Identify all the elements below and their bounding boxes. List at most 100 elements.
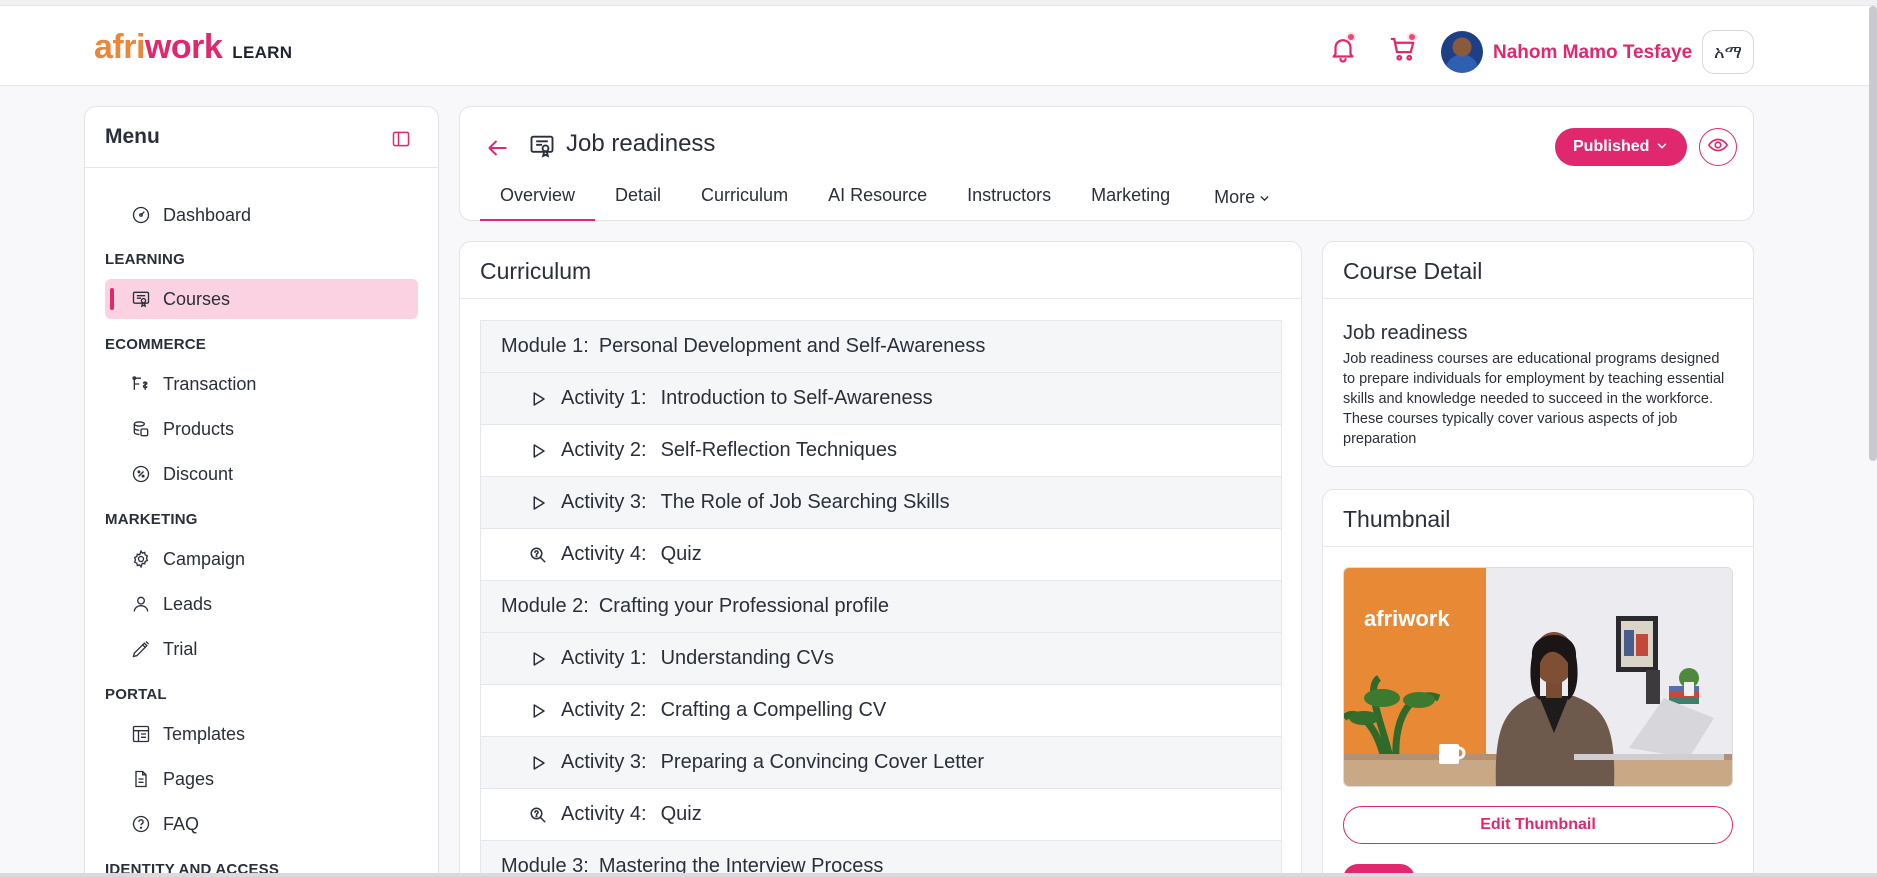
section-portal: PORTAL xyxy=(105,686,167,703)
activity-label: Activity 1: xyxy=(561,647,647,669)
course-header-card: Job readiness Published Overview Detail … xyxy=(459,106,1754,221)
sidebar-item-campaign[interactable]: Campaign xyxy=(105,539,418,579)
thumbnail-title: Thumbnail xyxy=(1343,506,1451,532)
section-ecommerce: ECOMMERCE xyxy=(105,336,206,353)
sidebar-item-label: Courses xyxy=(163,288,231,309)
sidebar-item-discount[interactable]: Discount xyxy=(105,454,418,494)
user-icon xyxy=(131,594,151,614)
activity-name: Preparing a Convincing Cover Letter xyxy=(660,751,985,773)
tab-curriculum[interactable]: Curriculum xyxy=(681,185,808,221)
sidebar-item-trial[interactable]: Trial xyxy=(105,629,418,669)
activity-name: Self-Reflection Techniques xyxy=(660,439,898,461)
sidebar-item-products[interactable]: Products xyxy=(105,409,418,449)
curriculum-activity-row[interactable]: Activity 4: Quiz xyxy=(480,788,1282,840)
sidebar-item-transaction[interactable]: Transaction xyxy=(105,364,418,404)
curriculum-activity-row[interactable]: Activity 3: The Role of Job Searching Ski… xyxy=(480,476,1282,528)
language-switch-button[interactable]: አማ xyxy=(1702,30,1754,74)
play-icon xyxy=(529,650,547,668)
logo-wordmark: afriwork xyxy=(94,28,223,66)
products-icon xyxy=(131,419,151,439)
play-icon xyxy=(529,702,547,720)
help-icon xyxy=(131,814,151,834)
activity-label: Activity 3: xyxy=(561,751,647,773)
activity-name: Introduction to Self-Awareness xyxy=(660,387,933,409)
sidebar-item-label: FAQ xyxy=(163,813,200,834)
course-detail-card: Course Detail Job readiness Job readines… xyxy=(1322,241,1754,467)
activity-name: The Role of Job Searching Skills xyxy=(660,491,950,513)
activity-label: Activity 3: xyxy=(561,491,647,513)
curriculum-module-row[interactable]: Module 1: Personal Development and Self-A… xyxy=(480,320,1282,372)
page-scrollbar[interactable] xyxy=(1869,6,1877,461)
tab-marketing[interactable]: Marketing xyxy=(1071,185,1190,221)
course-detail-title: Course Detail xyxy=(1343,258,1483,284)
course-thumbnail-image: afriwork xyxy=(1343,567,1733,787)
activity-label: Activity 1: xyxy=(561,387,647,409)
notification-bell-icon[interactable] xyxy=(1328,32,1358,64)
curriculum-activity-row[interactable]: Activity 3: Preparing a Convincing Cover … xyxy=(480,736,1282,788)
sidebar-item-label: Discount xyxy=(163,463,234,484)
templates-icon xyxy=(131,724,151,744)
top-header: afriwork LEARN Nahom Mamo Tesfaye አማ xyxy=(0,6,1877,86)
curriculum-activity-row[interactable]: Activity 2: Self-Reflection Techniques xyxy=(480,424,1282,476)
status-label: Published xyxy=(1573,138,1650,155)
sidebar-item-label: Pages xyxy=(163,768,215,789)
module-label: Module 1: xyxy=(501,335,589,357)
activity-name: Crafting a Compelling CV xyxy=(660,699,887,721)
sidebar-item-label: Products xyxy=(163,418,235,439)
module-name: Personal Development and Self-Awareness xyxy=(598,335,986,357)
play-icon xyxy=(529,754,547,772)
tab-ai-resource[interactable]: AI Resource xyxy=(808,185,947,221)
curriculum-card: Curriculum Module 1: Personal Development… xyxy=(459,241,1302,877)
curriculum-activity-row[interactable]: Activity 1: Introduction to Self-Awarenes… xyxy=(480,372,1282,424)
curriculum-module-row[interactable]: Module 2: Crafting your Professional prof… xyxy=(480,580,1282,632)
activity-name: Quiz xyxy=(660,543,702,565)
activity-name: Quiz xyxy=(660,803,702,825)
sidebar-item-templates[interactable]: Templates xyxy=(105,714,418,754)
edit-thumbnail-button[interactable]: Edit Thumbnail xyxy=(1343,806,1733,844)
user-name[interactable]: Nahom Mamo Tesfaye xyxy=(1493,42,1692,64)
curriculum-module-row[interactable]: Module 3: Mastering the Interview Process xyxy=(480,840,1282,877)
window-bottom-edge xyxy=(0,873,1877,877)
card-divider xyxy=(1323,298,1753,299)
section-marketing: MARKETING xyxy=(105,511,198,528)
sidebar-collapse-icon[interactable] xyxy=(391,129,411,149)
sidebar-item-pages[interactable]: Pages xyxy=(105,759,418,799)
tab-instructors[interactable]: Instructors xyxy=(947,185,1071,221)
course-detail-name: Job readiness xyxy=(1343,322,1468,344)
tab-more[interactable]: More xyxy=(1194,185,1291,221)
app-logo[interactable]: afriwork LEARN xyxy=(94,28,292,67)
sidebar-item-dashboard[interactable]: Dashboard xyxy=(105,195,418,235)
sidebar-item-label: Dashboard xyxy=(163,204,252,225)
sidebar-item-courses[interactable]: Courses xyxy=(105,279,418,319)
module-name: Crafting your Professional profile xyxy=(598,595,889,617)
sidebar: Menu Dashboard LEARNING Courses ECOMMERC… xyxy=(84,106,439,877)
play-icon xyxy=(529,442,547,460)
cart-icon[interactable] xyxy=(1388,32,1418,64)
sidebar-item-label: Leads xyxy=(163,593,213,614)
page-icon xyxy=(131,769,151,789)
status-dropdown-button[interactable]: Published xyxy=(1555,128,1687,166)
chevron-down-icon xyxy=(1655,139,1669,153)
back-arrow-icon[interactable] xyxy=(484,135,510,161)
curriculum-activity-row[interactable]: Activity 4: Quiz xyxy=(480,528,1282,580)
activity-name: Understanding CVs xyxy=(660,647,835,669)
transaction-icon xyxy=(131,374,151,394)
sidebar-item-faq[interactable]: FAQ xyxy=(105,804,418,844)
menu-title: Menu xyxy=(105,125,160,148)
gear-icon xyxy=(131,549,151,569)
sidebar-item-leads[interactable]: Leads xyxy=(105,584,418,624)
tab-overview[interactable]: Overview xyxy=(480,185,596,221)
course-tabs: Overview Detail Curriculum AI Resource I… xyxy=(480,185,1291,221)
user-avatar[interactable] xyxy=(1441,31,1483,73)
cart-dot xyxy=(1407,32,1417,42)
tab-detail[interactable]: Detail xyxy=(595,185,681,221)
thumbnail-card: Thumbnail afriwork Edit Thumbnail xyxy=(1322,489,1754,877)
curriculum-activity-row[interactable]: Activity 2: Crafting a Compelling CV xyxy=(480,684,1282,736)
activity-label: Activity 4: xyxy=(561,543,647,565)
sidebar-item-label: Templates xyxy=(163,723,246,744)
curriculum-activity-row[interactable]: Activity 1: Understanding CVs xyxy=(480,632,1282,684)
quiz-icon xyxy=(529,546,547,564)
curriculum-title: Curriculum xyxy=(480,258,592,284)
card-divider xyxy=(1323,546,1753,547)
preview-button[interactable] xyxy=(1699,128,1737,166)
